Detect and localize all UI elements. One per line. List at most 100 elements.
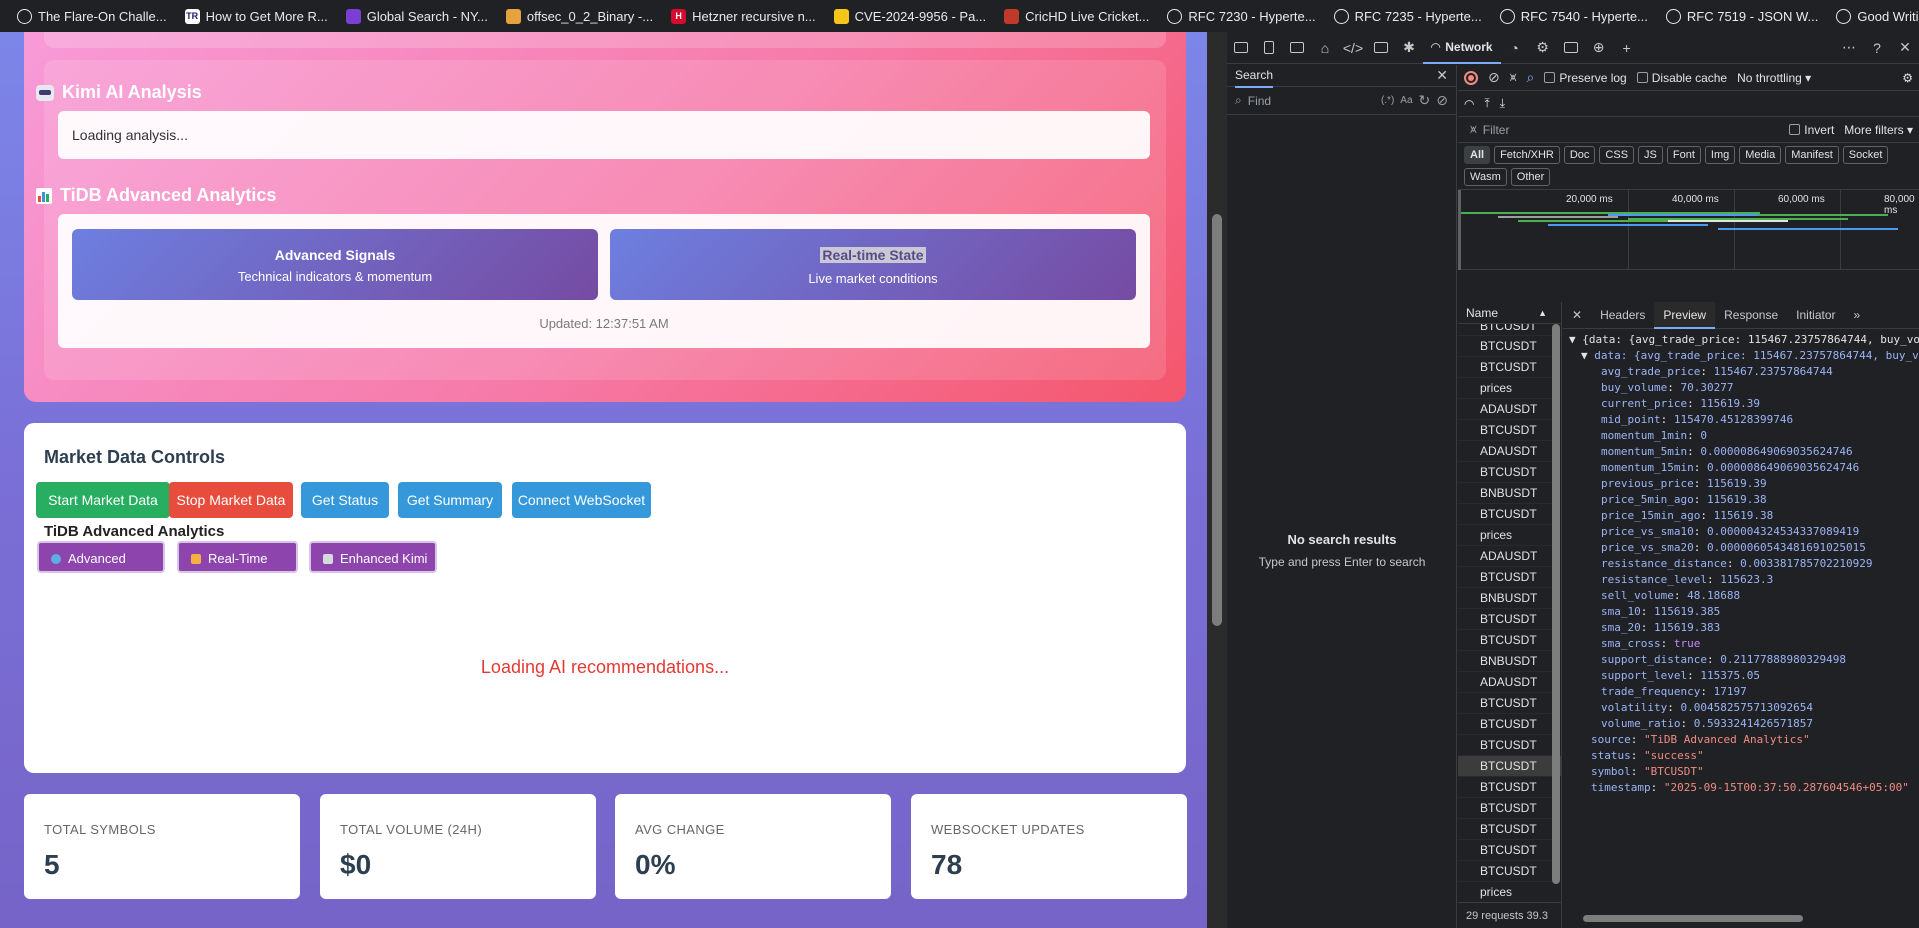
json-field[interactable]: volume_ratio: 0.5933241426571857: [1563, 716, 1919, 732]
request-row[interactable]: BNBUSDT: [1458, 483, 1561, 504]
bookmark-item[interactable]: Global Search - NY...: [337, 0, 497, 32]
console-icon[interactable]: [1367, 32, 1395, 64]
analytics-button[interactable]: Real-Time State: [177, 541, 298, 598]
filter-funnel-icon[interactable]: ⩙: [1510, 70, 1517, 85]
request-list-scrollbar[interactable]: [1552, 324, 1560, 884]
filter-chip[interactable]: Media: [1739, 146, 1782, 164]
import-har-icon[interactable]: ⤒: [1484, 96, 1489, 111]
json-field[interactable]: buy_volume: 70.30277: [1563, 380, 1919, 396]
bookmark-item[interactable]: CricHD Live Cricket...: [995, 0, 1158, 32]
search-input[interactable]: Find: [1248, 94, 1375, 108]
bookmark-item[interactable]: TR How to Get More R...: [176, 0, 337, 32]
request-row[interactable]: prices: [1458, 882, 1561, 902]
json-field[interactable]: status: "success": [1563, 748, 1919, 764]
json-field[interactable]: resistance_level: 115623.3: [1563, 572, 1919, 588]
bookmark-item[interactable]: The Flare-On Challe...: [8, 0, 176, 32]
bookmark-item[interactable]: RFC 7235 - Hyperte...: [1325, 0, 1491, 32]
json-field[interactable]: momentum_1min: 0: [1563, 428, 1919, 444]
filter-chip[interactable]: Manifest: [1785, 146, 1839, 164]
request-row[interactable]: BTCUSDT: [1458, 324, 1561, 336]
throttling-select[interactable]: No throttling ▾: [1737, 71, 1811, 85]
preview-horizontal-scrollbar[interactable]: [1583, 915, 1803, 922]
request-row[interactable]: BTCUSDT: [1458, 693, 1561, 714]
export-har-icon[interactable]: ⤓: [1500, 96, 1505, 111]
filter-chip[interactable]: Other: [1510, 168, 1551, 186]
json-field[interactable]: price_15min_ago: 115619.38: [1563, 508, 1919, 524]
analytics-button[interactable]: Enhanced Kimi AI: [309, 541, 437, 598]
control-button[interactable]: Get Status: [301, 482, 389, 518]
tab-network[interactable]: ◠ Network: [1423, 32, 1501, 64]
network-settings-gear-icon[interactable]: ⚙: [1902, 71, 1913, 85]
clear-icon[interactable]: ⊘: [1436, 92, 1448, 109]
request-row[interactable]: BTCUSDT: [1458, 336, 1561, 357]
request-row[interactable]: BTCUSDT: [1458, 609, 1561, 630]
control-button[interactable]: Connect WebSocket: [512, 482, 651, 518]
request-row[interactable]: ADAUSDT: [1458, 546, 1561, 567]
request-row[interactable]: BNBUSDT: [1458, 588, 1561, 609]
elements-icon[interactable]: </>: [1339, 32, 1367, 64]
json-field[interactable]: support_distance: 0.21177888980329498: [1563, 652, 1919, 668]
request-row[interactable]: BTCUSDT: [1458, 798, 1561, 819]
request-row[interactable]: ADAUSDT: [1458, 399, 1561, 420]
performance-icon[interactable]: ◔: [1501, 32, 1529, 64]
record-icon[interactable]: [1464, 70, 1478, 85]
disable-cache-checkbox[interactable]: Disable cache: [1636, 71, 1727, 85]
application-icon[interactable]: [1557, 32, 1585, 64]
welcome-home-icon[interactable]: ⌂: [1311, 32, 1339, 64]
control-button[interactable]: Get Summary: [398, 482, 502, 518]
request-row[interactable]: BTCUSDT: [1458, 861, 1561, 882]
filter-chip[interactable]: Wasm: [1464, 168, 1507, 186]
bookmark-item[interactable]: RFC 7540 - Hyperte...: [1491, 0, 1657, 32]
close-detail-icon[interactable]: ✕: [1563, 302, 1591, 329]
more-tabs-plus-icon[interactable]: +: [1613, 32, 1641, 64]
json-field[interactable]: mid_point: 115470.45128399746: [1563, 412, 1919, 428]
bookmark-item[interactable]: Good Writing: [1827, 0, 1919, 32]
dock-icon[interactable]: [1283, 32, 1311, 64]
json-field[interactable]: sell_volume: 48.18688: [1563, 588, 1919, 604]
request-row[interactable]: BTCUSDT: [1458, 504, 1561, 525]
json-field[interactable]: momentum_15min: 0.000008649069035624746: [1563, 460, 1919, 476]
more-tabs-icon[interactable]: »: [1845, 302, 1870, 329]
filter-chip[interactable]: Img: [1704, 146, 1736, 164]
request-row[interactable]: BTCUSDT: [1458, 462, 1561, 483]
page-scrollbar[interactable]: [1207, 32, 1227, 928]
filter-chip[interactable]: Doc: [1563, 146, 1596, 164]
bookmark-item[interactable]: H Hetzner recursive n...: [662, 0, 825, 32]
json-field[interactable]: timestamp: "2025-09-15T00:37:50.28760454…: [1563, 780, 1919, 796]
filter-chip[interactable]: Socket: [1842, 146, 1889, 164]
name-column-header[interactable]: Name ▲: [1458, 302, 1561, 324]
filter-chip[interactable]: Font: [1666, 146, 1701, 164]
json-data-line[interactable]: ▼ data: {avg_trade_price: 115467.2375786…: [1563, 348, 1919, 364]
more-filters-button[interactable]: More filters ▾: [1844, 123, 1913, 137]
preserve-log-checkbox[interactable]: Preserve log: [1544, 71, 1627, 85]
json-field[interactable]: sma_cross: true: [1563, 636, 1919, 652]
request-row[interactable]: BTCUSDT: [1458, 840, 1561, 861]
json-field[interactable]: resistance_distance: 0.00338178570221092…: [1563, 556, 1919, 572]
close-search-icon[interactable]: ✕: [1436, 67, 1448, 84]
bookmark-item[interactable]: RFC 7230 - Hyperte...: [1158, 0, 1324, 32]
realtime-state-card[interactable]: Real-time State Live market conditions: [610, 229, 1136, 300]
analytics-button[interactable]: Advanced Signals: [37, 541, 165, 598]
json-field[interactable]: price_5min_ago: 115619.38: [1563, 492, 1919, 508]
settings-gear-icon[interactable]: ⚙: [1529, 32, 1557, 64]
network-overview-timeline[interactable]: 20,000 ms 40,000 ms 60,000 ms 80,000 ms: [1458, 190, 1919, 270]
json-field[interactable]: avg_trade_price: 115467.23757864744: [1563, 364, 1919, 380]
clear-log-icon[interactable]: ⊘: [1488, 69, 1500, 86]
json-field[interactable]: momentum_5min: 0.000008649069035624746: [1563, 444, 1919, 460]
control-button[interactable]: Start Market Data: [36, 482, 170, 518]
json-field[interactable]: symbol: "BTCUSDT": [1563, 764, 1919, 780]
search-icon[interactable]: ⌕: [1527, 69, 1535, 86]
control-button[interactable]: Stop Market Data: [169, 482, 293, 518]
request-row[interactable]: BTCUSDT: [1458, 756, 1561, 777]
request-row[interactable]: BNBUSDT: [1458, 651, 1561, 672]
inspect-icon[interactable]: [1227, 32, 1255, 64]
match-case-toggle[interactable]: Aa: [1400, 95, 1412, 106]
regex-toggle[interactable]: (.*): [1381, 95, 1394, 106]
detail-tab[interactable]: Preview: [1654, 302, 1716, 329]
search-tab[interactable]: Search: [1235, 64, 1274, 88]
advanced-signals-card[interactable]: Advanced Signals Technical indicators & …: [72, 229, 598, 300]
filter-chip[interactable]: All: [1464, 146, 1491, 164]
json-field[interactable]: volatility: 0.004582575713092654: [1563, 700, 1919, 716]
more-options-icon[interactable]: ⋯: [1835, 32, 1863, 64]
detail-tab[interactable]: Response: [1715, 302, 1787, 329]
